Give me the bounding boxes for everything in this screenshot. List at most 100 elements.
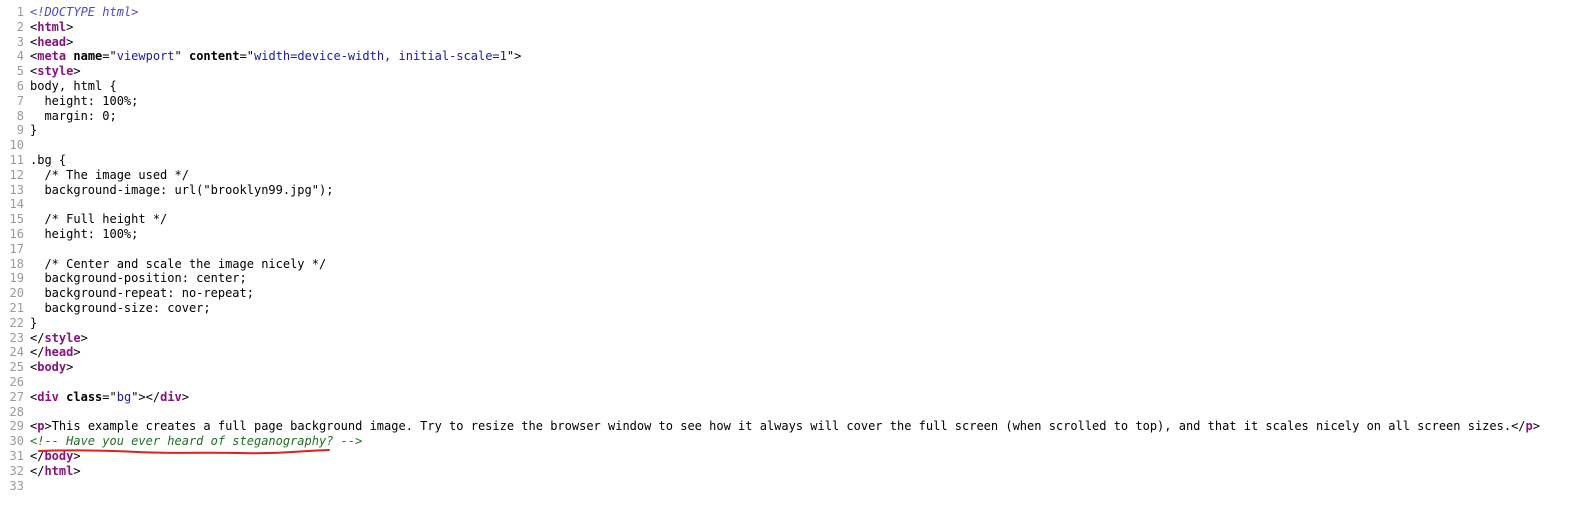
- attribute-value: width=device-width, initial-scale=1: [254, 49, 507, 64]
- line-code: <meta name="viewport" content="width=dev…: [30, 49, 521, 64]
- source-line: 7 height: 100%;: [0, 94, 1590, 109]
- source-line: 20 background-repeat: no-repeat;: [0, 286, 1590, 301]
- line-number: 11: [9, 152, 24, 167]
- code-text: body, html {: [30, 78, 117, 93]
- line-number: 2: [16, 19, 24, 34]
- line-number: 8: [16, 108, 24, 123]
- line-code: background-position: center;: [30, 271, 247, 286]
- code-text: >: [73, 64, 81, 79]
- tag-name: body: [37, 360, 67, 375]
- line-number: 16: [9, 226, 24, 241]
- source-lines: 1 <!DOCTYPE html> 2 <html> 3 <head> 4 <meta nam…: [0, 5, 1590, 493]
- line-code: </style>: [30, 331, 88, 346]
- line-code: <html>: [30, 20, 73, 35]
- source-line: 17: [0, 242, 1590, 257]
- source-line: 11 .bg {: [0, 153, 1590, 168]
- line-number: 20: [9, 286, 24, 301]
- code-text: >This example creates a full page backgr…: [44, 419, 1526, 434]
- code-text: =": [102, 49, 117, 64]
- line-code: <p>This example creates a full page back…: [30, 419, 1540, 434]
- line-number: 28: [9, 404, 24, 419]
- source-line: 24 </head>: [0, 345, 1590, 360]
- source-line: 14: [0, 197, 1590, 212]
- attribute-value: viewport: [116, 49, 175, 64]
- code-text: >: [80, 330, 88, 345]
- code-text: =": [102, 389, 117, 404]
- line-code: </head>: [30, 345, 81, 360]
- source-line: 9}: [0, 123, 1590, 138]
- line-number: 12: [9, 167, 24, 182]
- source-line: 18 /* Center and scale the image nicely …: [0, 257, 1590, 272]
- line-code: <body>: [30, 360, 73, 375]
- line-number: 17: [9, 241, 24, 256]
- line-code: margin: 0;: [30, 108, 117, 124]
- line-number: 24: [9, 345, 24, 360]
- red-underline-annotation: [38, 449, 330, 455]
- line-number: 21: [9, 300, 24, 315]
- line-code: /* Full height */: [30, 212, 167, 227]
- code-text: /* Center and scale the image nicely */: [30, 256, 327, 271]
- line-number: 18: [9, 256, 24, 271]
- line-code: height: 100%;: [30, 227, 138, 242]
- code-text: >: [66, 360, 74, 375]
- line-code: </html>: [30, 464, 81, 479]
- line-code: <head>: [30, 35, 73, 50]
- tag-name: style: [44, 330, 81, 345]
- code-text: background-position: center;: [30, 271, 247, 286]
- line-number: 10: [9, 138, 24, 153]
- line-code: background-size: cover;: [30, 300, 211, 316]
- code-text: height: 100%;: [30, 93, 139, 108]
- line-code: .bg {: [30, 153, 66, 168]
- line-number: 14: [9, 197, 24, 212]
- doctype-declaration: <!DOCTYPE html>: [30, 5, 139, 19]
- line-number: 6: [16, 78, 24, 93]
- source-line: 12 /* The image used */: [0, 168, 1590, 183]
- line-number: 5: [16, 64, 24, 79]
- source-line: 5 <style>: [0, 64, 1590, 79]
- source-line: 13 background-image: url("brooklyn99.jpg…: [0, 183, 1590, 198]
- attribute-name: class: [66, 389, 103, 404]
- code-text: background-repeat: no-repeat;: [30, 286, 254, 301]
- line-number: 15: [9, 212, 24, 227]
- line-number: 1: [16, 5, 24, 19]
- line-number: 3: [16, 34, 24, 49]
- code-text: margin: 0;: [30, 108, 117, 123]
- code-text: background-size: cover;: [30, 300, 211, 315]
- tag-name: p: [1525, 419, 1533, 434]
- source-line: 21 background-size: cover;: [0, 301, 1590, 316]
- source-line: 32 </html>: [0, 464, 1590, 479]
- code-text: =": [239, 49, 255, 64]
- line-number: 32: [9, 463, 24, 478]
- line-code: /* Center and scale the image nicely */: [30, 257, 326, 272]
- source-line: 33: [0, 479, 1590, 494]
- tag-name: head: [44, 345, 74, 360]
- tag-name: head: [37, 34, 67, 49]
- code-text: ": [174, 49, 189, 64]
- code-text: </: [30, 330, 45, 345]
- line-number: 22: [9, 315, 24, 330]
- code-text: height: 100%;: [30, 226, 139, 241]
- code-text: >: [73, 345, 81, 360]
- code-text: >: [66, 19, 74, 34]
- line-number: 13: [9, 182, 24, 197]
- line-code: <!DOCTYPE html>: [30, 5, 138, 20]
- line-code: background-image: url("brooklyn99.jpg");: [30, 183, 333, 198]
- code-text: >: [66, 34, 74, 49]
- source-line: 26: [0, 375, 1590, 390]
- source-line: 27 <div class="bg"></div>: [0, 390, 1590, 405]
- source-line: 25 <body>: [0, 360, 1590, 375]
- line-code: }: [30, 316, 37, 331]
- code-text: background-image: url("brooklyn99.jpg");: [30, 182, 334, 197]
- source-line: 4 <meta name="viewport" content="width=de…: [0, 49, 1590, 64]
- code-text: .bg {: [30, 152, 67, 167]
- attribute-name: name: [73, 49, 103, 64]
- attribute-name: content: [188, 49, 240, 64]
- line-code: background-repeat: no-repeat;: [30, 286, 254, 301]
- code-text: }: [30, 123, 38, 138]
- code-text: >: [181, 389, 190, 404]
- line-number: 25: [9, 360, 24, 375]
- line-code: body, html {: [30, 79, 117, 94]
- code-text: </: [30, 345, 45, 360]
- line-number: 9: [16, 123, 24, 138]
- tag-name: meta: [37, 49, 67, 64]
